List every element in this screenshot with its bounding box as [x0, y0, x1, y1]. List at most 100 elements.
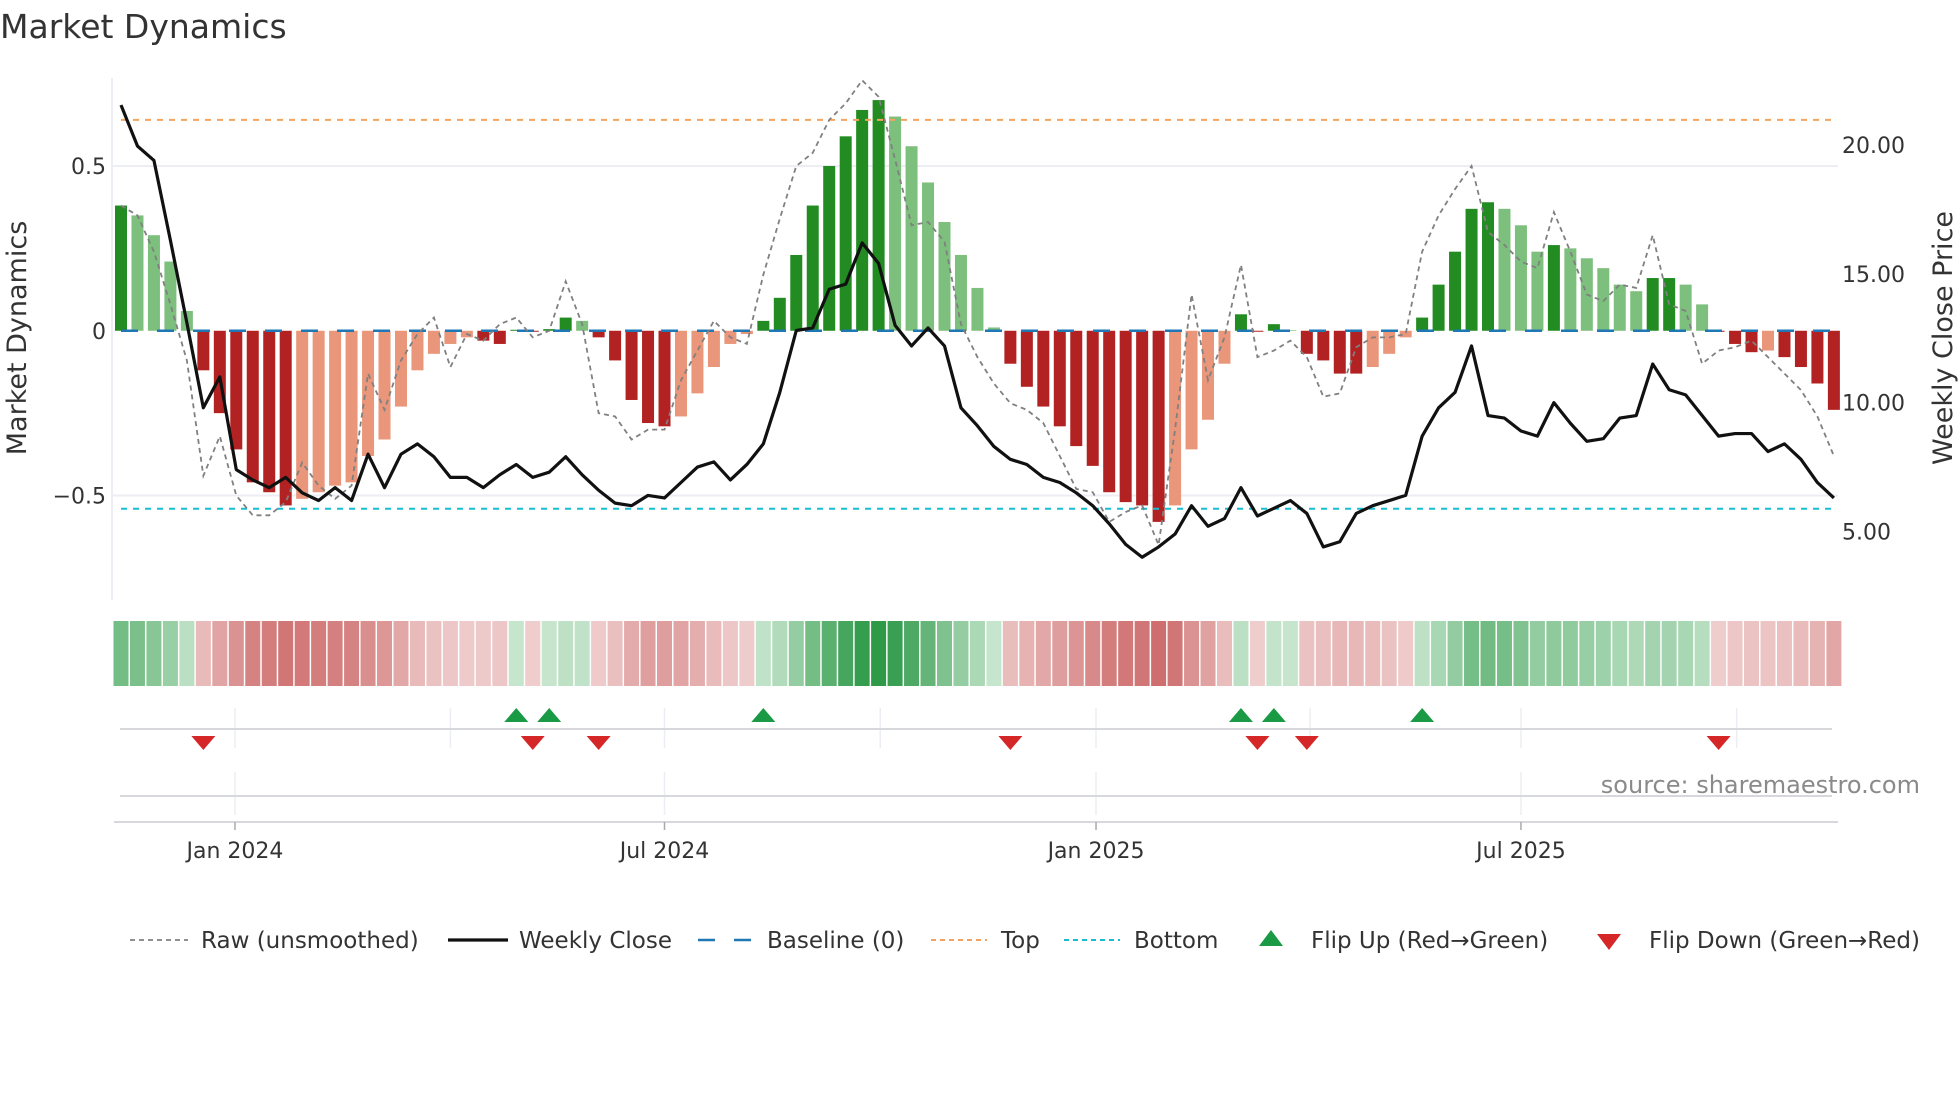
momentum-bar — [971, 287, 984, 331]
y-tick-label: −0.5 — [53, 485, 106, 510]
momentum-bar — [477, 330, 490, 341]
heat-strip-cell — [179, 621, 195, 686]
flip-up-marker — [1261, 708, 1286, 722]
momentum-bar — [1185, 330, 1198, 450]
heat-strip-cell — [854, 621, 870, 686]
heat-strip-cell — [1365, 621, 1381, 686]
legend-item-close: Weekly Close — [448, 928, 672, 954]
momentum-bar — [1762, 330, 1774, 351]
heat-strip-cell — [1546, 621, 1562, 686]
heat-strip-cell — [574, 621, 590, 686]
heat-strip-cell — [788, 621, 804, 686]
momentum-bar — [493, 330, 506, 344]
momentum-bar — [1679, 284, 1692, 331]
y-axis-label: Market Dynamics — [2, 221, 33, 456]
momentum-bar — [1383, 330, 1396, 354]
heat-strip-cell — [755, 621, 771, 686]
heat-strip-cell — [838, 621, 854, 686]
heat-strip-cell — [821, 621, 837, 686]
y2-tick-label: 10.00 — [1842, 392, 1905, 417]
momentum-bar — [856, 109, 869, 331]
momentum-bar — [1086, 330, 1099, 466]
heat-strip-cell — [409, 621, 425, 686]
heat-strip-cell — [426, 621, 442, 686]
heat-strip-cell — [1315, 621, 1331, 686]
heat-strip-cell — [1694, 621, 1710, 686]
momentum-bar — [1531, 251, 1544, 331]
y2-tick-label: 15.00 — [1842, 263, 1905, 288]
heat-strip-cell — [1529, 621, 1545, 686]
heat-strip-cell — [228, 621, 244, 686]
legend-label: Baseline (0) — [767, 928, 904, 954]
y2-tick-label: 20.00 — [1842, 134, 1905, 159]
heat-strip-cell — [1068, 621, 1084, 686]
momentum-bar — [378, 330, 391, 440]
heat-strip-cell — [311, 621, 327, 686]
heat-strip-cell — [1513, 621, 1529, 686]
heat-strip-cell — [195, 621, 211, 686]
heat-strip-cell — [1398, 621, 1414, 686]
flip-down-marker — [191, 736, 216, 750]
momentum-bar — [312, 330, 325, 493]
momentum-bar — [1103, 330, 1116, 493]
momentum-bar — [1827, 330, 1840, 410]
momentum-bar — [625, 330, 638, 400]
flip-down-marker — [1245, 736, 1270, 750]
heat-strip-cell — [1711, 621, 1727, 686]
heat-strip-cell — [772, 621, 788, 686]
flip-down-marker — [1294, 736, 1319, 750]
momentum-bar — [1004, 330, 1017, 364]
heat-strip-cell — [657, 621, 673, 686]
heat-strip-cell — [1760, 621, 1776, 686]
momentum-bar — [1136, 330, 1149, 506]
momentum-bar — [1119, 330, 1132, 503]
momentum-bar — [1465, 208, 1478, 331]
heat-strip-cell — [1052, 621, 1068, 686]
momentum-bar — [707, 330, 720, 368]
heat-strip-cell — [1134, 621, 1150, 686]
flip-up-marker — [1228, 708, 1253, 722]
momentum-bar — [115, 205, 127, 331]
heat-strip-cell — [887, 621, 903, 686]
heat-strip-cell — [278, 621, 294, 686]
momentum-bar — [1646, 278, 1659, 331]
heat-strip-cell — [1249, 621, 1265, 686]
legend-label: Flip Down (Green→Red) — [1649, 928, 1920, 954]
heat-strip-cell — [1628, 621, 1644, 686]
momentum-bar — [1449, 251, 1462, 331]
heat-strip-cell — [1216, 621, 1232, 686]
heat-strip-cell — [1233, 621, 1249, 686]
momentum-bar — [1366, 330, 1379, 368]
heat-strip-cell — [261, 621, 277, 686]
legend-item-flipup: Flip Up (Red→Green) — [1259, 928, 1548, 954]
flip-down-marker — [586, 736, 611, 750]
heat-strip-cell — [1282, 621, 1298, 686]
momentum-bar — [1037, 330, 1050, 407]
heat-strip-cell — [1562, 621, 1578, 686]
heat-strip-cell — [1019, 621, 1035, 686]
flip-up-marker — [1410, 708, 1435, 722]
momentum-bar — [1234, 314, 1247, 331]
x-tick-label: Jan 2025 — [1046, 839, 1145, 864]
legend-label: Raw (unsmoothed) — [201, 928, 419, 954]
momentum-bar — [362, 330, 375, 456]
heat-strip-cell — [1381, 621, 1397, 686]
flip-up-marker — [751, 708, 776, 722]
legend-label: Top — [1000, 928, 1040, 954]
heat-strip-cell — [1431, 621, 1447, 686]
momentum-bar — [691, 330, 704, 394]
heat-strip-cell — [904, 621, 920, 686]
y2-tick-label: 5.00 — [1842, 520, 1891, 545]
heat-strip-cell — [360, 621, 376, 686]
momentum-bar — [922, 182, 935, 331]
legend: Raw (unsmoothed) Weekly Close Baseline (0)… — [130, 928, 1920, 954]
y-tick-label: 0 — [92, 320, 106, 345]
momentum-bar — [1696, 304, 1709, 331]
legend-item-bottom: Bottom — [1064, 928, 1218, 954]
heat-strip-cell — [1085, 621, 1101, 686]
heat-strip-cell — [969, 621, 985, 686]
momentum-bar — [1070, 330, 1083, 447]
momentum-bar — [1350, 330, 1363, 374]
flip-down-marker — [1706, 736, 1731, 750]
x-tick-label: Jan 2024 — [185, 839, 284, 864]
